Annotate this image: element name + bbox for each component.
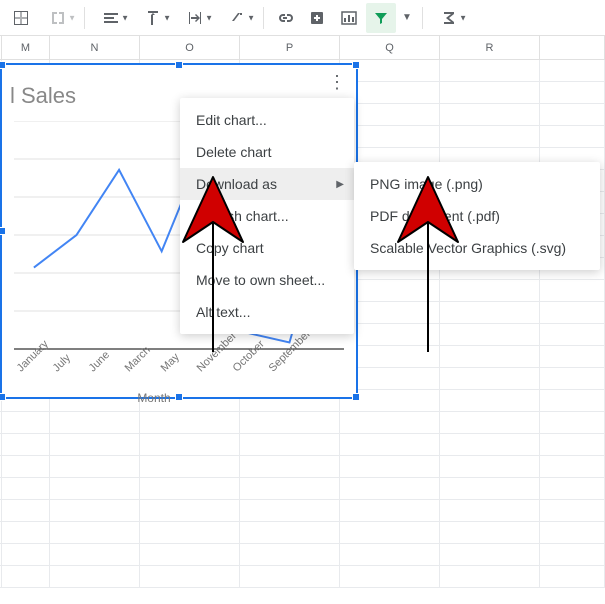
axis-tick-label: March — [123, 352, 146, 375]
axis-tick-label: January — [15, 352, 38, 375]
resize-handle[interactable] — [175, 393, 183, 401]
comment-button[interactable] — [302, 3, 332, 33]
halign-button[interactable]: ▼ — [91, 3, 131, 33]
column-headers: MNOPQR — [0, 36, 605, 60]
resize-handle[interactable] — [0, 61, 6, 69]
axis-tick-label: October — [231, 352, 254, 375]
chart-button[interactable] — [334, 3, 364, 33]
axis-tick-label: May — [159, 352, 182, 375]
menu-item[interactable]: Edit chart... — [180, 104, 354, 136]
resize-handle[interactable] — [352, 61, 360, 69]
axis-tick-label: July — [51, 352, 74, 375]
resize-handle[interactable] — [0, 227, 6, 235]
column-header[interactable]: M — [2, 36, 50, 59]
resize-handle[interactable] — [352, 393, 360, 401]
axis-tick-label: November — [195, 352, 218, 375]
resize-handle[interactable] — [0, 393, 6, 401]
valign-button[interactable]: ▼ — [133, 3, 173, 33]
resize-handle[interactable] — [175, 61, 183, 69]
borders-button[interactable] — [6, 3, 36, 33]
chart-menu-icon[interactable]: ⋮ — [328, 77, 346, 87]
separator — [263, 7, 264, 29]
grid[interactable]: ⋮ l Sales JanuaryJulyJuneMarchMayNovembe… — [0, 60, 605, 604]
axis-tick-label: June — [87, 352, 110, 375]
column-header[interactable]: N — [50, 36, 140, 59]
column-header[interactable]: R — [440, 36, 540, 59]
column-header[interactable] — [540, 36, 605, 59]
separator — [84, 7, 85, 29]
annotation-arrow — [168, 172, 258, 352]
functions-button[interactable]: ▼ — [429, 3, 469, 33]
spreadsheet: MNOPQR ⋮ l Sales — [0, 36, 605, 604]
filter-button[interactable] — [366, 3, 396, 33]
column-header[interactable]: Q — [340, 36, 440, 59]
toolbar: ▼ ▼ ▼ ▼ ▼ ▼ ▼ — [0, 0, 605, 36]
filter-dropdown-button[interactable]: ▼ — [398, 3, 416, 33]
submenu-caret-icon: ▶ — [336, 179, 344, 190]
merge-button[interactable]: ▼ — [38, 3, 78, 33]
annotation-arrow — [383, 172, 473, 352]
x-axis-labels: JanuaryJulyJuneMarchMayNovemberOctoberSe… — [2, 357, 356, 369]
wrap-button[interactable]: ▼ — [175, 3, 215, 33]
axis-tick-label: September — [267, 352, 290, 375]
link-button[interactable] — [270, 3, 300, 33]
rotate-button[interactable]: ▼ — [217, 3, 257, 33]
separator — [422, 7, 423, 29]
column-header[interactable]: P — [240, 36, 340, 59]
menu-item[interactable]: Delete chart — [180, 136, 354, 168]
column-header[interactable]: O — [140, 36, 240, 59]
